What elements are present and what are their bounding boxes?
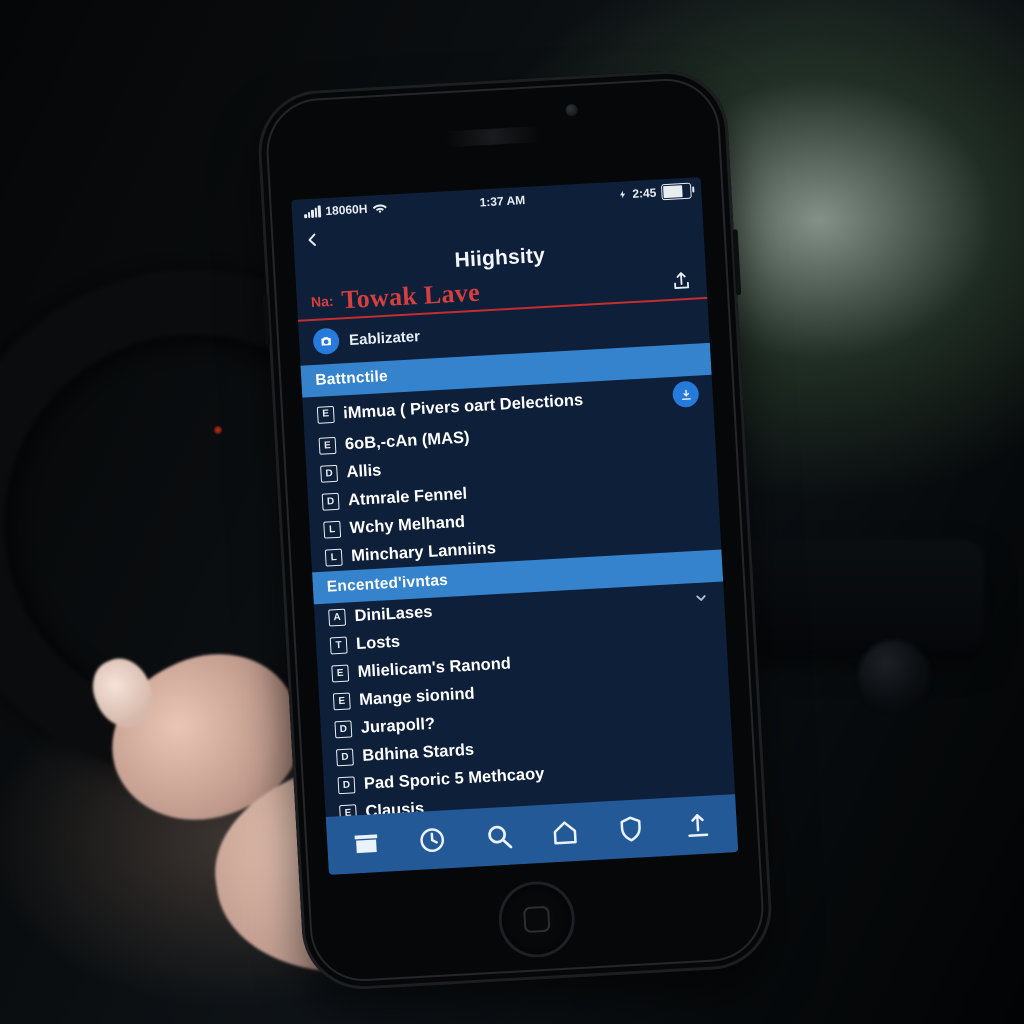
item-label: Minchary Lanniins (351, 539, 497, 566)
item-badge-icon: L (325, 549, 343, 567)
wifi-icon (372, 201, 387, 216)
item-badge-icon: D (338, 776, 356, 794)
signal-icon (304, 205, 321, 218)
page-title: Hiighsity (454, 244, 546, 273)
battery-icon (661, 183, 692, 201)
camera-icon[interactable] (312, 328, 339, 355)
item-badge-icon: D (320, 465, 338, 483)
item-label: Bdhina Stards (362, 741, 475, 766)
item-badge-icon: D (336, 748, 354, 766)
upload-icon[interactable] (682, 809, 714, 841)
clock-icon[interactable] (417, 824, 449, 856)
item-label: Atmrale Fennel (348, 485, 468, 511)
item-badge-icon: D (322, 493, 340, 511)
carrier-label: 18060H (325, 202, 368, 218)
item-badge-icon: E (333, 692, 351, 710)
share-icon[interactable] (670, 270, 693, 293)
status-clock-secondary: 2:45 (632, 186, 657, 201)
headline-prefix: Na: (311, 293, 334, 310)
scene-photo-backdrop: 18060H 1:37 AM 2:45 (0, 0, 1024, 1024)
dashboard-knob (858, 640, 930, 712)
screen: 18060H 1:37 AM 2:45 (291, 177, 738, 875)
search-icon[interactable] (483, 821, 515, 853)
archive-icon[interactable] (351, 828, 383, 860)
shield-icon[interactable] (616, 813, 648, 845)
item-label: Allis (346, 461, 382, 482)
back-button[interactable] (303, 230, 322, 249)
phone-body: 18060H 1:37 AM 2:45 (255, 68, 775, 993)
chevron-down-icon (692, 588, 711, 607)
item-label: Jurapoll? (360, 715, 435, 738)
item-label: 6oB,-cAn (MAS) (344, 428, 470, 454)
item-label: Losts (356, 633, 401, 654)
item-badge-icon: T (330, 637, 348, 655)
item-label: Wchy Melhand (349, 513, 465, 538)
subtitle-text: Eablizater (349, 328, 421, 349)
item-badge-icon: D (334, 720, 352, 738)
headline-text: Towak Lave (341, 278, 481, 316)
item-badge-icon: E (331, 665, 349, 683)
item-badge-icon: L (323, 521, 341, 539)
item-badge-icon: E (317, 405, 335, 423)
earpiece (443, 126, 544, 148)
home-button[interactable] (497, 879, 577, 959)
item-label: DiniLases (354, 603, 433, 626)
item-badge-icon: A (328, 609, 346, 627)
bolt-icon (618, 187, 628, 201)
front-camera (565, 104, 578, 117)
download-button[interactable] (672, 381, 699, 408)
power-button[interactable] (733, 229, 742, 295)
home-icon[interactable] (549, 817, 581, 849)
item-label: Mange sionind (359, 685, 475, 710)
item-badge-icon: E (319, 437, 337, 455)
status-clock: 1:37 AM (479, 193, 525, 210)
